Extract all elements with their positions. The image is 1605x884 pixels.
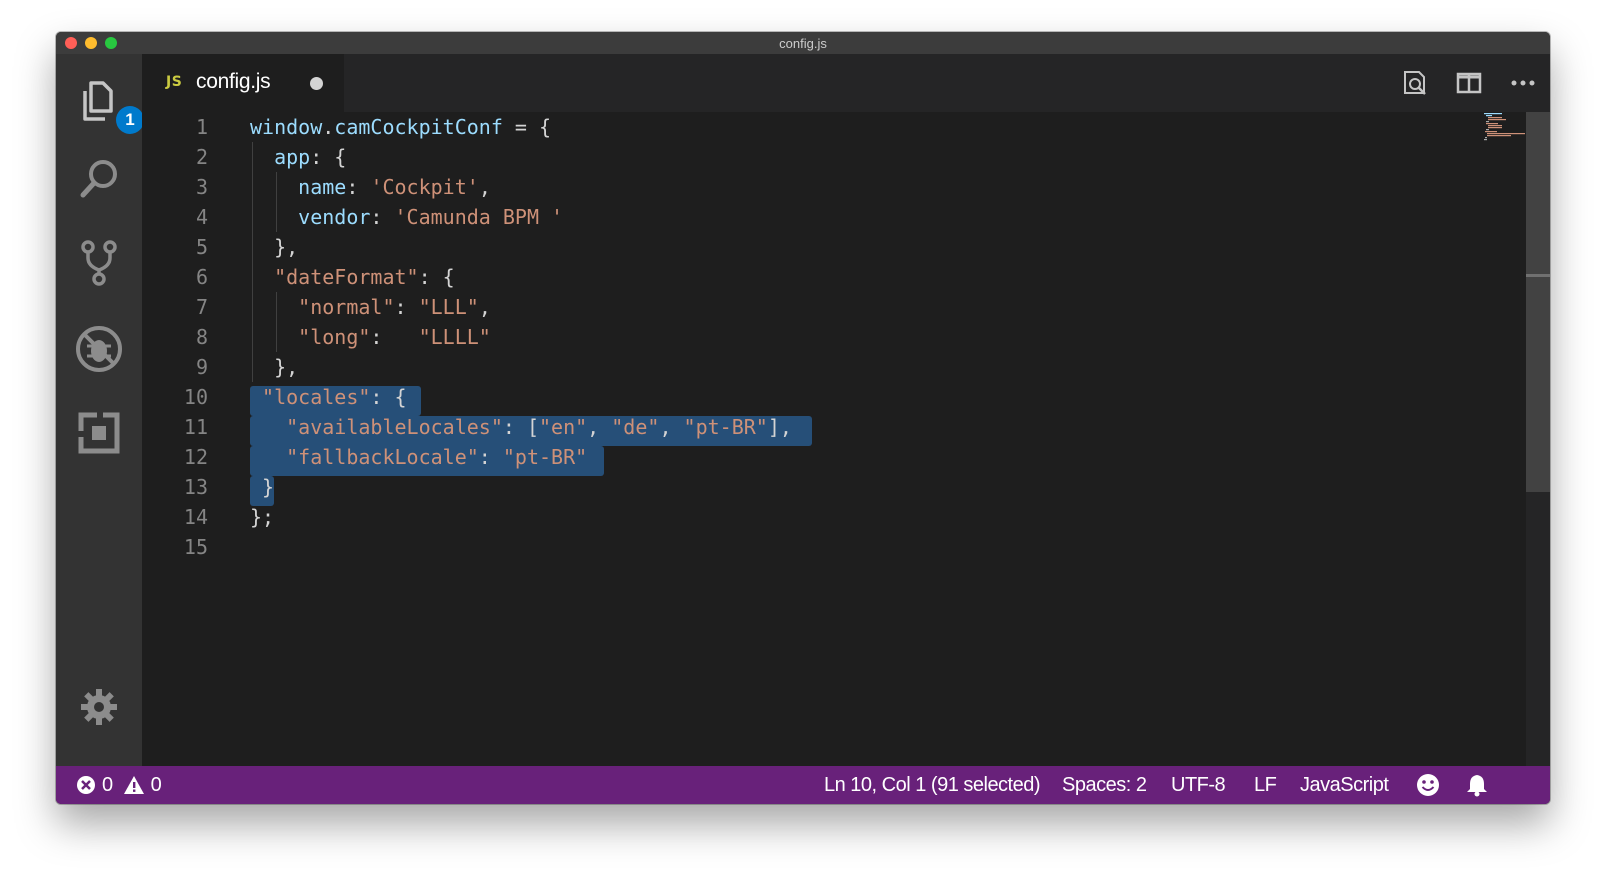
tab-label: config.js (196, 70, 271, 93)
code-line: 5 }, (142, 232, 1502, 262)
search-button[interactable] (74, 154, 124, 204)
unsaved-dot-icon[interactable] (310, 77, 323, 90)
vertical-scrollbar[interactable] (1526, 112, 1550, 766)
warning-icon (123, 776, 144, 794)
scrollbar-thumb[interactable] (1526, 112, 1550, 492)
code-line: 6 "dateFormat": { (142, 262, 1502, 292)
line-number: 7 (195, 295, 208, 319)
problems-indicator[interactable]: 0 0 (76, 766, 162, 804)
tab-config-js[interactable]: JS config.js (142, 54, 344, 112)
error-icon (77, 776, 95, 794)
line-number: 5 (195, 235, 208, 259)
line-content: name: 'Cockpit', (298, 175, 491, 199)
eol-selector[interactable]: LF (1254, 766, 1277, 804)
status-bar: 0 0 Ln 10, Col 1 (91 selected) Spaces: 2… (56, 766, 1550, 804)
code-line: 11 "availableLocales": ["en", "de", "pt-… (142, 412, 1502, 442)
code-line: 2 app: { (142, 142, 1502, 172)
line-content: window.camCockpitConf = { (250, 115, 552, 139)
code-editor[interactable]: 1 window.camCockpitConf = { 2 app: { 3 n… (142, 112, 1550, 766)
language-selector[interactable]: JavaScript (1300, 766, 1389, 804)
source-control-button[interactable] (74, 238, 124, 288)
cursor-position[interactable]: Ln 10, Col 1 (91 selected) (824, 766, 1041, 804)
code-line: 14 }; (142, 502, 1502, 532)
line-number: 9 (195, 355, 208, 379)
maximize-window-button[interactable] (105, 37, 117, 49)
open-preview-button[interactable] (1400, 68, 1430, 98)
line-content: app: { (274, 145, 347, 169)
line-number: 10 (183, 385, 208, 409)
code-line: 4 vendor: 'Camunda BPM ' (142, 202, 1502, 232)
scrollbar-cursor-marker (1526, 274, 1550, 277)
explorer-button[interactable]: 1 (74, 76, 144, 134)
line-content: "locales": { (262, 385, 407, 409)
line-number: 8 (195, 325, 208, 349)
line-number: 11 (183, 415, 208, 439)
line-number: 13 (183, 475, 208, 499)
more-actions-button[interactable] (1508, 68, 1538, 98)
bell-icon (1467, 775, 1487, 797)
line-number: 2 (195, 145, 208, 169)
debug-icon (76, 326, 122, 372)
search-icon (80, 160, 117, 198)
code-line: 10 "locales": { (142, 382, 1502, 412)
line-content: }; (250, 505, 275, 529)
code-line: 13 } (142, 472, 1502, 502)
line-number: 14 (183, 505, 208, 529)
line-content: "fallbackLocale": "pt-BR" (286, 445, 588, 469)
extensions-icon (78, 412, 120, 454)
close-window-button[interactable] (65, 37, 77, 49)
code-line: 3 name: 'Cockpit', (142, 172, 1502, 202)
split-editor-button[interactable] (1454, 68, 1484, 98)
more-icon (1511, 80, 1535, 86)
line-content: } (250, 475, 275, 499)
line-content: "dateFormat": { (274, 265, 455, 289)
line-content: }, (250, 355, 299, 379)
code-line: 8 "long": "LLLL" (142, 322, 1502, 352)
line-content: "availableLocales": ["en", "de", "pt-BR"… (286, 415, 792, 439)
minimize-window-button[interactable] (85, 37, 97, 49)
code-line: 12 "fallbackLocale": "pt-BR" (142, 442, 1502, 472)
code-line: 15 (142, 532, 1502, 562)
encoding-selector[interactable]: UTF-8 (1171, 766, 1226, 804)
gear-icon (81, 689, 117, 725)
window-title: config.js (779, 35, 827, 51)
editor-window: config.js 1 JS config.js 1 window.camCoc… (56, 32, 1550, 804)
line-number: 12 (183, 445, 208, 469)
line-number: 15 (183, 535, 208, 559)
preview-search-icon (1404, 71, 1426, 95)
warning-count: 0 (150, 773, 162, 796)
error-count: 0 (102, 773, 113, 796)
files-icon (83, 81, 113, 121)
line-content: "normal": "LLL", (298, 295, 491, 319)
tab-bar: JS config.js (142, 54, 1550, 112)
indentation-selector[interactable]: Spaces: 2 (1062, 766, 1147, 804)
code-line: 7 "normal": "LLL", (142, 292, 1502, 322)
line-content: "long": "LLLL" (298, 325, 491, 349)
notifications-button[interactable] (1466, 766, 1488, 804)
line-number: 3 (195, 175, 208, 199)
title-bar: config.js (56, 32, 1550, 54)
line-number: 1 (195, 115, 208, 139)
line-content: vendor: 'Camunda BPM ' (298, 205, 564, 229)
smiley-icon (1417, 774, 1439, 796)
split-editor-icon (1456, 72, 1482, 94)
line-number: 4 (195, 205, 208, 229)
code-line: 9 }, (142, 352, 1502, 382)
settings-button[interactable] (74, 682, 124, 732)
line-number: 6 (195, 265, 208, 289)
window-controls (65, 37, 117, 49)
debug-button[interactable] (74, 324, 124, 374)
javascript-file-icon: JS (166, 74, 183, 90)
code-line: 1 window.camCockpitConf = { (142, 112, 1502, 142)
source-control-icon (81, 240, 117, 286)
line-content: }, (250, 235, 299, 259)
activity-bar: 1 (56, 54, 144, 766)
explorer-badge: 1 (116, 106, 144, 134)
feedback-button[interactable] (1416, 766, 1440, 804)
extensions-button[interactable] (74, 408, 124, 458)
